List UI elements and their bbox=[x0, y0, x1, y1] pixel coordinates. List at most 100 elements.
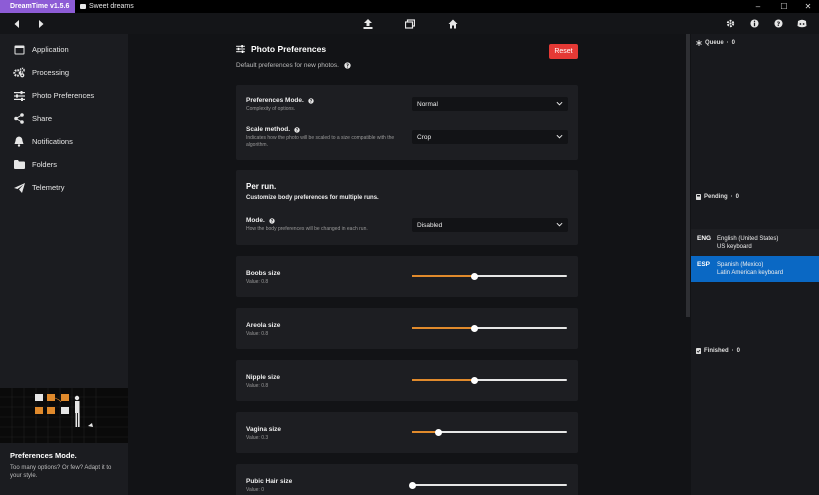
minimize-button[interactable]: – bbox=[746, 0, 770, 13]
language-details: English (United States) US keyboard bbox=[717, 235, 778, 254]
per-run-mode-select[interactable]: Disabled bbox=[412, 218, 568, 232]
sidebar-item-telemetry[interactable]: Telemetry bbox=[0, 176, 128, 199]
gear-icon bbox=[726, 19, 734, 28]
preferences-mode-label: Preferences Mode. ? bbox=[246, 97, 406, 104]
scale-method-select[interactable]: Crop bbox=[412, 130, 568, 144]
gears-icon bbox=[13, 67, 25, 79]
pending-label: Pending bbox=[704, 194, 728, 200]
upload-icon bbox=[363, 18, 373, 29]
per-run-mode-row: Mode. ? How the body preferences will be… bbox=[246, 217, 406, 233]
scale-method-row: Scale method. ? Indicates how the photo … bbox=[246, 126, 406, 149]
arrow-right-icon bbox=[39, 19, 44, 28]
preferences-mode-value: Normal bbox=[417, 100, 438, 108]
sidebar-item-label: Processing bbox=[32, 68, 70, 77]
sidebar-item-application[interactable]: Application bbox=[0, 38, 128, 61]
chevron-down-icon bbox=[556, 101, 563, 106]
sidebar-item-folders[interactable]: Folders bbox=[0, 153, 128, 176]
cloud-icon bbox=[80, 4, 86, 9]
tip-title: Preferences Mode. bbox=[10, 451, 77, 460]
preferences-mode-select[interactable]: Normal bbox=[412, 97, 568, 111]
help-icon[interactable]: ? bbox=[294, 126, 300, 133]
slider-label-group: Boobs size Value: 0.8 bbox=[246, 270, 406, 286]
help-icon[interactable]: ? bbox=[308, 97, 314, 104]
slider-knob[interactable] bbox=[434, 428, 442, 436]
page-subtitle-text: Default preferences for new photos. bbox=[236, 62, 339, 69]
slider-value: Value: 0.8 bbox=[246, 331, 269, 337]
home-icon bbox=[448, 19, 458, 28]
slider-card: Areola size Value: 0.8 bbox=[236, 308, 578, 349]
community-button[interactable] bbox=[792, 13, 812, 34]
sidebar-item-label: Share bbox=[32, 114, 53, 123]
sidebar-item-share[interactable]: Share bbox=[0, 107, 128, 130]
slider-knob[interactable] bbox=[470, 376, 478, 384]
slider-track[interactable] bbox=[412, 376, 567, 384]
main-content: Photo Preferences Default preferences fo… bbox=[128, 34, 686, 495]
keyboard-layout: Latin American keyboard bbox=[717, 270, 784, 276]
svg-text:?: ? bbox=[776, 21, 780, 28]
sidebar-item-processing[interactable]: Processing bbox=[0, 61, 128, 84]
queue-header: Queue · 0 bbox=[696, 40, 735, 46]
help-icon[interactable]: ? bbox=[269, 217, 275, 224]
slider-card: Nipple size Value: 0.8 bbox=[236, 360, 578, 401]
slider-knob[interactable] bbox=[470, 272, 478, 280]
preferences-mode-desc: Complexity of options. bbox=[246, 106, 296, 112]
slider-fill bbox=[412, 275, 474, 277]
sidebar-item-photo-preferences[interactable]: Photo Preferences bbox=[0, 84, 128, 107]
language-details: Spanish (Mexico) Latin American keyboard bbox=[717, 261, 783, 282]
sidebar-item-label: Photo Preferences bbox=[32, 91, 95, 100]
asterisk-icon bbox=[696, 40, 702, 46]
help-button[interactable]: ? bbox=[768, 13, 788, 34]
doc-title-group: Sweet dreams bbox=[75, 3, 134, 10]
slider-label-group: Pubic Hair size Value: 0 bbox=[246, 478, 406, 494]
slider-knob[interactable] bbox=[470, 324, 478, 332]
chevron-down-icon bbox=[556, 222, 563, 227]
slider-track[interactable] bbox=[412, 428, 567, 436]
page-title-text: Photo Preferences bbox=[251, 44, 327, 54]
close-button[interactable]: ✕ bbox=[796, 0, 819, 13]
share-icon bbox=[13, 113, 25, 125]
home-button[interactable] bbox=[443, 13, 463, 34]
language-code: ENG bbox=[697, 235, 712, 242]
finished-label: Finished bbox=[704, 348, 729, 354]
language-option-esp[interactable]: ESP Spanish (Mexico) Latin American keyb… bbox=[691, 256, 819, 282]
slider-track[interactable] bbox=[412, 324, 567, 332]
settings-button[interactable] bbox=[720, 13, 740, 34]
sidebar-item-label: Telemetry bbox=[32, 183, 65, 192]
sidebar-item-notifications[interactable]: Notifications bbox=[0, 130, 128, 153]
general-preferences-card: Preferences Mode. ? Complexity of option… bbox=[236, 85, 578, 160]
sidebar-item-label: Application bbox=[32, 45, 69, 54]
per-run-mode-value: Disabled bbox=[417, 221, 443, 229]
back-button[interactable] bbox=[7, 13, 27, 34]
finished-count: 0 bbox=[736, 348, 741, 354]
scale-method-value: Crop bbox=[417, 133, 432, 141]
per-run-mode-desc: How the body preferences will be changed… bbox=[246, 226, 368, 232]
reset-button[interactable]: Reset bbox=[549, 44, 578, 59]
pending-header: Pending · 0 bbox=[696, 194, 739, 200]
separator-dot: · bbox=[726, 40, 729, 46]
scrollbar-thumb[interactable] bbox=[686, 34, 690, 317]
scale-method-label-text: Scale method. bbox=[246, 126, 291, 133]
finished-header: Finished · 0 bbox=[696, 348, 740, 354]
slider-track[interactable] bbox=[408, 481, 567, 489]
slider-track[interactable] bbox=[412, 272, 567, 280]
doc-title: Sweet dreams bbox=[89, 3, 134, 10]
keyboard-layout: US keyboard bbox=[717, 244, 752, 250]
queue-label: Queue bbox=[705, 40, 724, 46]
help-icon[interactable]: ? bbox=[344, 62, 351, 69]
svg-text:?: ? bbox=[346, 63, 349, 69]
slider-label: Areola size bbox=[246, 322, 281, 329]
slider-card: Boobs size Value: 0.8 bbox=[236, 256, 578, 297]
maximize-button[interactable]: ☐ bbox=[772, 0, 796, 13]
sidebar-item-label: Folders bbox=[32, 160, 58, 169]
sidebar-item-label: Notifications bbox=[32, 137, 73, 146]
sliders-icon bbox=[236, 45, 245, 53]
slider-knob[interactable] bbox=[408, 481, 416, 489]
language-option-eng[interactable]: ENG English (United States) US keyboard bbox=[691, 229, 819, 254]
slider-value: Value: 0.8 bbox=[246, 279, 269, 285]
about-button[interactable] bbox=[744, 13, 764, 34]
slider-label-group: Areola size Value: 0.8 bbox=[246, 322, 406, 338]
upload-button[interactable] bbox=[358, 13, 378, 34]
forward-button[interactable] bbox=[31, 13, 51, 34]
gallery-button[interactable] bbox=[400, 13, 420, 34]
bell-icon bbox=[13, 136, 25, 148]
